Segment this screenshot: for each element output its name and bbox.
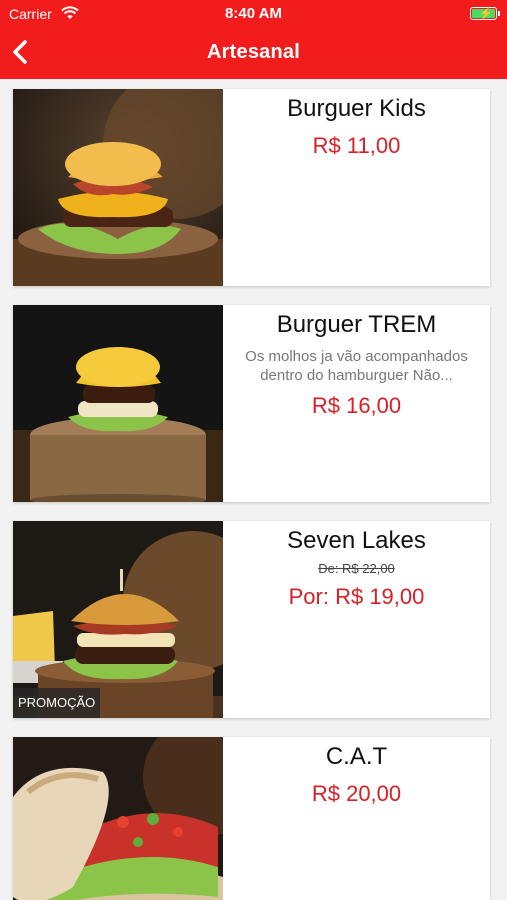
product-info: Seven Lakes De: R$ 22,00 Por: R$ 19,00 [223, 521, 490, 718]
product-list: Burguer Kids R$ 11,00 Burguer TREM Os mo… [0, 79, 507, 900]
battery-icon: ⚡ [470, 7, 500, 20]
product-photo [13, 737, 223, 900]
product-name: C.A.T [325, 743, 388, 770]
product-old-price: De: R$ 22,00 [318, 561, 395, 576]
product-info: Burguer TREM Os molhos ja vão acompanhad… [223, 305, 490, 502]
product-card[interactable]: Burguer TREM Os molhos ja vão acompanhad… [13, 305, 490, 502]
product-description: Os molhos ja vão acompanhados dentro do … [245, 348, 468, 384]
product-name: Seven Lakes [287, 527, 426, 554]
status-bar: Carrier 8:40 AM ⚡ [0, 0, 507, 28]
promo-badge: PROMOÇÃO [13, 688, 101, 718]
product-name: Burguer Kids [287, 95, 426, 122]
product-price: R$ 20,00 [311, 781, 402, 806]
app-header: Carrier 8:40 AM ⚡ Artesanal [0, 0, 507, 79]
page-title: Artesanal [207, 41, 300, 63]
product-info: Burguer Kids R$ 11,00 [223, 89, 490, 286]
nav-bar: Artesanal [0, 28, 507, 79]
product-info: C.A.T R$ 20,00 [223, 737, 490, 900]
product-card[interactable]: PROMOÇÃO Seven Lakes De: R$ 22,00 Por: R… [13, 521, 490, 718]
product-card[interactable]: Burguer Kids R$ 11,00 [13, 89, 490, 286]
product-name: Burguer TREM [276, 311, 437, 338]
product-price: Por: R$ 19,00 [288, 584, 425, 609]
status-time: 8:40 AM [225, 5, 282, 22]
product-price: R$ 16,00 [311, 393, 402, 418]
product-price: R$ 11,00 [312, 133, 401, 158]
product-card[interactable]: C.A.T R$ 20,00 [13, 737, 490, 900]
product-photo [13, 305, 223, 502]
product-photo: PROMOÇÃO [13, 521, 223, 718]
product-photo [13, 89, 223, 286]
